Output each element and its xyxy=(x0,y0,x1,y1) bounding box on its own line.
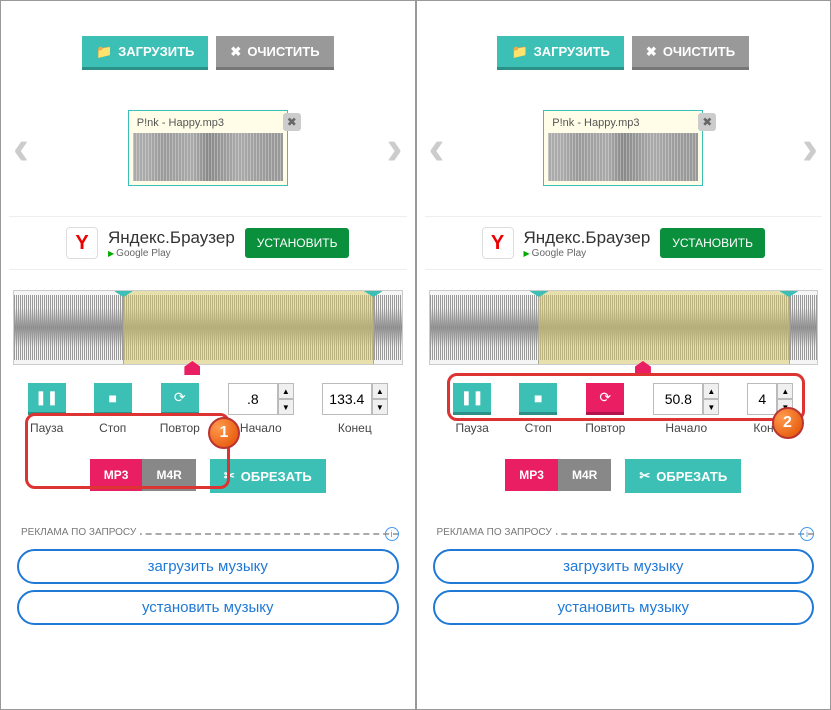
chevron-right-icon[interactable]: › xyxy=(802,121,818,176)
file-carousel: ‹ P!nk - Happy.mp3 ✖ › xyxy=(425,110,823,186)
file-card[interactable]: P!nk - Happy.mp3 ✖ xyxy=(543,110,703,186)
end-field[interactable] xyxy=(322,383,372,415)
file-name: P!nk - Happy.mp3 xyxy=(548,115,698,133)
scissors-icon: ✂ xyxy=(639,468,650,484)
chevron-left-icon[interactable]: ‹ xyxy=(13,121,29,176)
topbar: 📁ЗАГРУЗИТЬ ✖ОЧИСТИТЬ xyxy=(9,36,407,70)
cut-button[interactable]: ✂ОБРЕЗАТЬ xyxy=(210,459,326,493)
start-label: Начало xyxy=(240,421,282,435)
stop-button[interactable]: ■ xyxy=(519,383,557,415)
repeat-button-active[interactable]: ⟳ xyxy=(586,383,624,415)
x-icon: ✖ xyxy=(646,44,657,60)
mp3-button[interactable]: MP3 xyxy=(505,459,558,491)
ad-title: Яндекс.Браузер xyxy=(108,228,235,248)
file-name: P!nk - Happy.mp3 xyxy=(133,115,283,133)
end-down[interactable]: ▼ xyxy=(372,399,388,415)
end-up[interactable]: ▲ xyxy=(372,383,388,399)
format-row: MP3 M4R ✂ОБРЕЗАТЬ xyxy=(425,459,823,493)
format-toggle[interactable]: MP3 M4R xyxy=(90,459,196,493)
ad-link-1[interactable]: загрузить музыку xyxy=(433,549,815,584)
ad-title: Яндекс.Браузер xyxy=(524,228,651,248)
file-carousel: ‹ P!nk - Happy.mp3 ✖ › xyxy=(9,110,407,186)
file-thumbnail-wave xyxy=(133,133,283,181)
repeat-button[interactable]: ⟳ xyxy=(161,383,199,415)
ad-link-2[interactable]: установить музыку xyxy=(17,590,399,625)
close-icon[interactable]: ✖ xyxy=(698,113,716,131)
selection-range[interactable] xyxy=(538,291,790,364)
clear-button[interactable]: ✖ОЧИСТИТЬ xyxy=(632,36,749,70)
pause-label: Пауза xyxy=(30,421,63,435)
load-button[interactable]: 📁ЗАГРУЗИТЬ xyxy=(82,36,208,70)
start-up[interactable]: ▲ xyxy=(703,383,719,399)
scissors-icon: ✂ xyxy=(224,468,235,484)
controls-row: ❚❚Пауза ■Стоп ⟳Повтор ▲▼ Начало ▲▼ Конец xyxy=(425,383,823,435)
cut-button[interactable]: ✂ОБРЕЗАТЬ xyxy=(625,459,741,493)
folder-icon: 📁 xyxy=(96,44,112,60)
start-input[interactable]: ▲▼ xyxy=(228,383,294,415)
repeat-label: Повтор xyxy=(160,421,200,435)
panel-right: 📁ЗАГРУЗИТЬ ✖ОЧИСТИТЬ ‹ P!nk - Happy.mp3 … xyxy=(416,0,831,710)
load-button[interactable]: 📁ЗАГРУЗИТЬ xyxy=(497,36,623,70)
badge-2: 2 xyxy=(772,407,804,439)
start-label: Начало xyxy=(665,421,707,435)
start-up[interactable]: ▲ xyxy=(278,383,294,399)
ad-link-1[interactable]: загрузить музыку xyxy=(17,549,399,584)
waveform-editor[interactable] xyxy=(13,290,403,365)
close-icon[interactable]: ✖ xyxy=(283,113,301,131)
ads-section: РЕКЛАМА ПО ЗАПРОСУ i загрузить музыку ус… xyxy=(433,533,815,625)
stop-label: Стоп xyxy=(99,421,126,435)
m4r-button[interactable]: M4R xyxy=(558,459,611,491)
m4r-button[interactable]: M4R xyxy=(142,459,195,491)
ad-banner[interactable]: Y Яндекс.Браузер Google Play УСТАНОВИТЬ xyxy=(425,216,823,270)
file-thumbnail-wave xyxy=(548,133,698,181)
install-button[interactable]: УСТАНОВИТЬ xyxy=(660,228,765,258)
end-label: Конец xyxy=(338,421,372,435)
end-field[interactable] xyxy=(747,383,777,415)
info-icon[interactable]: i xyxy=(385,527,399,541)
info-icon[interactable]: i xyxy=(800,527,814,541)
ad-store: Google Play xyxy=(524,248,651,259)
topbar: 📁ЗАГРУЗИТЬ ✖ОЧИСТИТЬ xyxy=(425,36,823,70)
waveform-editor[interactable] xyxy=(429,290,819,365)
stop-button[interactable]: ■ xyxy=(94,383,132,415)
format-row: MP3 M4R ✂ОБРЕЗАТЬ xyxy=(9,459,407,493)
selection-range[interactable] xyxy=(123,291,375,364)
start-down[interactable]: ▼ xyxy=(278,399,294,415)
start-down[interactable]: ▼ xyxy=(703,399,719,415)
ads-label: РЕКЛАМА ПО ЗАПРОСУ xyxy=(17,527,140,538)
ad-link-2[interactable]: установить музыку xyxy=(433,590,815,625)
install-button[interactable]: УСТАНОВИТЬ xyxy=(245,228,350,258)
chevron-right-icon[interactable]: › xyxy=(387,121,403,176)
ads-section: РЕКЛАМА ПО ЗАПРОСУ i загрузить музыку ус… xyxy=(17,533,399,625)
clear-button[interactable]: ✖ОЧИСТИТЬ xyxy=(216,36,333,70)
x-icon: ✖ xyxy=(230,44,241,60)
panel-left: 📁ЗАГРУЗИТЬ ✖ОЧИСТИТЬ ‹ P!nk - Happy.mp3 … xyxy=(0,0,416,710)
badge-1: 1 xyxy=(208,417,240,449)
pause-button[interactable]: ❚❚ xyxy=(453,383,491,415)
yandex-logo-icon: Y xyxy=(66,227,98,259)
ads-label: РЕКЛАМА ПО ЗАПРОСУ xyxy=(433,527,556,538)
end-input[interactable]: ▲▼ xyxy=(322,383,388,415)
yandex-logo-icon: Y xyxy=(482,227,514,259)
pause-label: Пауза xyxy=(456,421,489,435)
start-field[interactable] xyxy=(653,383,703,415)
folder-icon: 📁 xyxy=(511,44,527,60)
repeat-label: Повтор xyxy=(585,421,625,435)
start-field[interactable] xyxy=(228,383,278,415)
chevron-left-icon[interactable]: ‹ xyxy=(429,121,445,176)
ad-store: Google Play xyxy=(108,248,235,259)
ad-banner[interactable]: Y Яндекс.Браузер Google Play УСТАНОВИТЬ xyxy=(9,216,407,270)
file-card[interactable]: P!nk - Happy.mp3 ✖ xyxy=(128,110,288,186)
waveform[interactable] xyxy=(13,290,403,365)
waveform[interactable] xyxy=(429,290,819,365)
pause-button[interactable]: ❚❚ xyxy=(28,383,66,415)
mp3-button[interactable]: MP3 xyxy=(90,459,143,491)
end-up[interactable]: ▲ xyxy=(777,383,793,399)
format-toggle[interactable]: MP3 M4R xyxy=(505,459,611,493)
start-input[interactable]: ▲▼ xyxy=(653,383,719,415)
stop-label: Стоп xyxy=(525,421,552,435)
